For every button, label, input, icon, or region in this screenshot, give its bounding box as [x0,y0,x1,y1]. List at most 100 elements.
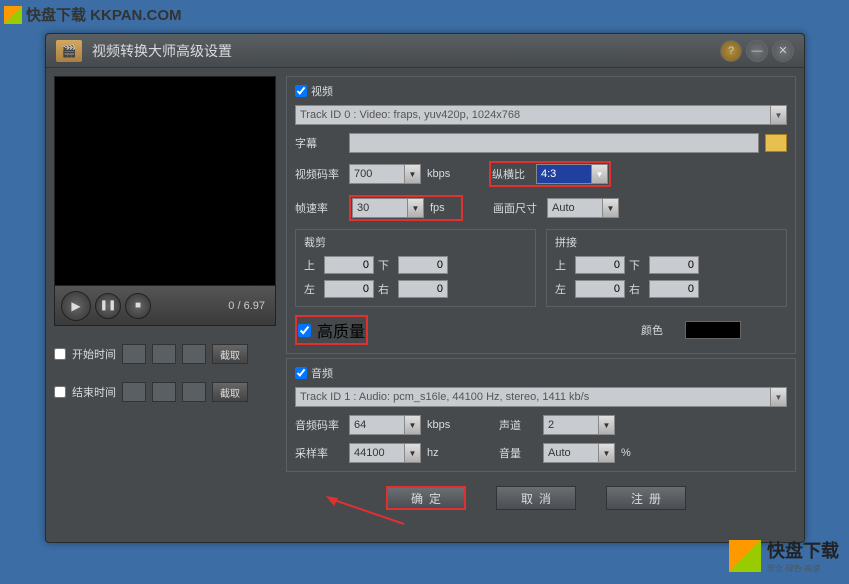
crop-top-input[interactable] [324,256,374,274]
start-thumb-3[interactable] [182,344,206,364]
audio-bitrate-label: 音频码率 [295,417,343,433]
chevron-down-icon[interactable]: ▼ [407,199,423,217]
end-thumb-2[interactable] [152,382,176,402]
timecode-display: 0 / 6.97 [155,300,269,312]
audio-bitrate-select[interactable]: 64▼ [349,415,421,435]
size-select[interactable]: Auto▼ [547,198,619,218]
video-preview [54,76,276,286]
button-bar: 确定 取消 注册 [286,476,796,510]
volume-unit: % [621,447,651,459]
watermark-bottom-right: 快盘下载 安全·绿色·高速 [729,537,839,574]
channels-select[interactable]: 2▼ [543,415,615,435]
samplerate-select[interactable]: 44100▼ [349,443,421,463]
fps-unit: fps [430,202,460,214]
start-time-label: 开始时间 [72,346,116,362]
video-group: 视频 Track ID 0 : Video: fraps, yuv420p, 1… [286,76,796,354]
crop-bottom-input[interactable] [398,256,448,274]
subtitle-label: 字幕 [295,135,343,151]
stop-button[interactable]: ■ [125,293,151,319]
splice-top-input[interactable] [575,256,625,274]
hq-highlight: 高质量 [295,315,368,345]
splice-group: 拼接 上 下 左 右 [546,229,787,307]
minimize-button[interactable]: — [746,40,768,62]
end-time-checkbox[interactable] [54,386,66,398]
aspect-label: 纵横比 [492,166,530,182]
end-thumb-1[interactable] [122,382,146,402]
video-track-value: Track ID 0 : Video: fraps, yuv420p, 1024… [300,109,520,121]
browse-subtitle-button[interactable] [765,134,787,152]
chevron-down-icon[interactable]: ▼ [404,416,420,434]
splice-left-input[interactable] [575,280,625,298]
video-enable-checkbox[interactable] [295,85,307,97]
size-label: 画面尺寸 [493,200,541,216]
close-button[interactable]: ✕ [772,40,794,62]
start-time-row: 开始时间 截取 [54,344,276,364]
audio-group: 音频 Track ID 1 : Audio: pcm_s16le, 44100 … [286,358,796,472]
titlebar: 视频转换大师高级设置 ? — ✕ [46,34,804,68]
cancel-button[interactable]: 取消 [496,486,576,510]
watermark-top-left: 快盘下载 KKPAN.COM [4,4,182,25]
audio-track-select[interactable]: Track ID 1 : Audio: pcm_s16le, 44100 Hz,… [295,387,787,407]
color-label: 颜色 [641,322,679,338]
watermark-text: 快盘下载 KKPAN.COM [26,4,182,25]
chevron-down-icon[interactable]: ▼ [602,199,618,217]
volume-select[interactable]: Auto▼ [543,443,615,463]
video-bitrate-select[interactable]: 700▼ [349,164,421,184]
samplerate-label: 采样率 [295,445,343,461]
audio-bitrate-unit: kbps [427,419,457,431]
hq-checkbox[interactable] [298,324,311,337]
chevron-down-icon[interactable]: ▼ [598,416,614,434]
crop-group: 裁剪 上 下 左 右 [295,229,536,307]
watermark-br-text: 快盘下载 [767,537,839,563]
app-icon [56,40,82,62]
audio-enable-checkbox[interactable] [295,367,307,379]
chevron-down-icon[interactable]: ▼ [404,444,420,462]
end-time-label: 结束时间 [72,384,116,400]
aspect-select[interactable]: 4:3▼ [536,164,608,184]
volume-label: 音量 [499,445,537,461]
start-thumb-2[interactable] [152,344,176,364]
splice-bottom-input[interactable] [649,256,699,274]
capture-end-button[interactable]: 截取 [212,382,248,402]
chevron-down-icon[interactable]: ▼ [770,388,786,406]
chevron-down-icon[interactable]: ▼ [598,444,614,462]
crop-left-input[interactable] [324,280,374,298]
pause-button[interactable]: ❚❚ [95,293,121,319]
capture-start-button[interactable]: 截取 [212,344,248,364]
end-time-row: 结束时间 截取 [54,382,276,402]
end-thumb-3[interactable] [182,382,206,402]
subtitle-input[interactable] [349,133,759,153]
crop-label: 裁剪 [304,234,527,250]
start-thumb-1[interactable] [122,344,146,364]
chevron-down-icon[interactable]: ▼ [591,165,607,183]
hq-label: 高质量 [317,318,365,342]
aspect-highlight: 纵横比 4:3▼ [489,161,611,187]
settings-window: 视频转换大师高级设置 ? — ✕ ▶ ❚❚ ■ 0 / 6.97 开始时间 截取 [45,33,805,543]
fps-select[interactable]: 30▼ [352,198,424,218]
left-pane: ▶ ❚❚ ■ 0 / 6.97 开始时间 截取 结束时间 截取 [54,76,276,534]
chevron-down-icon[interactable]: ▼ [770,106,786,124]
register-button[interactable]: 注册 [606,486,686,510]
watermark-br-sub: 安全·绿色·高速 [767,563,839,574]
video-bitrate-label: 视频码率 [295,166,343,182]
start-time-checkbox[interactable] [54,348,66,360]
playback-controls: ▶ ❚❚ ■ 0 / 6.97 [54,286,276,326]
fps-label: 帧速率 [295,200,343,216]
help-button[interactable]: ? [720,40,742,62]
video-track-select[interactable]: Track ID 0 : Video: fraps, yuv420p, 1024… [295,105,787,125]
audio-section-label: 音频 [311,365,333,381]
color-swatch[interactable] [685,321,741,339]
right-pane: 视频 Track ID 0 : Video: fraps, yuv420p, 1… [286,76,796,534]
samplerate-unit: hz [427,447,457,459]
window-title: 视频转换大师高级设置 [92,41,716,61]
play-button[interactable]: ▶ [61,291,91,321]
audio-track-value: Track ID 1 : Audio: pcm_s16le, 44100 Hz,… [300,391,589,403]
fps-highlight: 30▼ fps [349,195,463,221]
logo-icon [4,6,22,24]
chevron-down-icon[interactable]: ▼ [404,165,420,183]
splice-right-input[interactable] [649,280,699,298]
video-section-label: 视频 [311,83,333,99]
channels-label: 声道 [499,417,537,433]
crop-right-input[interactable] [398,280,448,298]
ok-button[interactable]: 确定 [386,486,466,510]
